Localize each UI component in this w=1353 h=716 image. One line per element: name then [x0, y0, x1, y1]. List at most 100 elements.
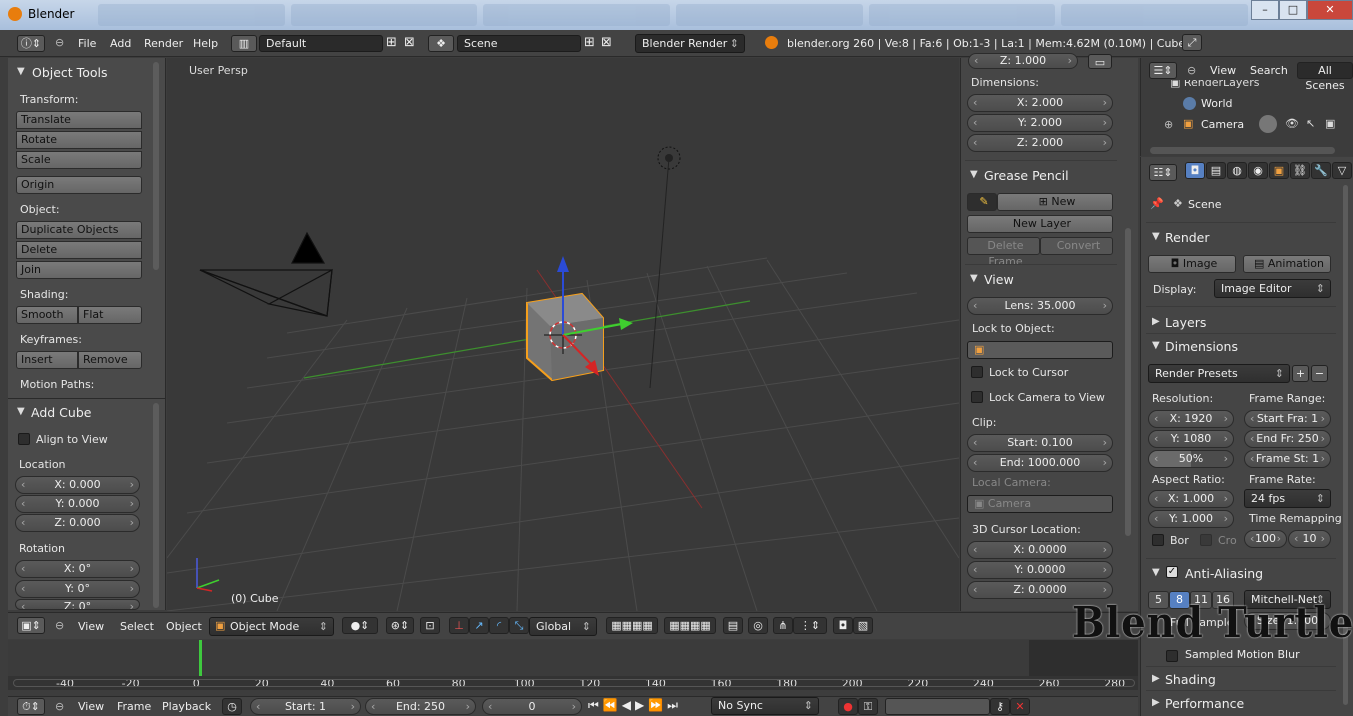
lock-layers-icon[interactable]: ▤ — [723, 617, 743, 634]
panel-expand-icon[interactable]: ▶ — [1152, 316, 1160, 327]
editor-type-icon[interactable]: ⓘ⇕ — [17, 35, 45, 52]
menu-render[interactable]: Render — [144, 37, 183, 50]
add-scene-icon[interactable]: ⊞ — [584, 35, 595, 50]
menu-add[interactable]: Add — [110, 37, 131, 50]
menu-help[interactable]: Help — [193, 37, 218, 50]
expand-icon[interactable]: ⊕ — [1164, 118, 1173, 131]
start-frame-field[interactable]: Start: 1 — [250, 698, 361, 715]
render-header[interactable]: Render — [1165, 230, 1210, 245]
properties-scrollbar[interactable] — [1125, 228, 1131, 536]
pivot-select[interactable]: ⊛⇕ — [386, 617, 414, 634]
timeline-view-menu[interactable]: View — [78, 700, 104, 713]
camera-object[interactable] — [199, 231, 333, 317]
crop-checkbox[interactable] — [1200, 534, 1212, 546]
cursor-y-field[interactable]: Y: 0.0000 — [967, 561, 1113, 579]
start-frame-range-field[interactable]: Start Fra: 1 — [1244, 410, 1331, 428]
outliner-camera[interactable]: Camera — [1201, 118, 1244, 131]
shading-select[interactable]: ●⇕ — [342, 617, 378, 634]
grease-new-button[interactable]: ⊞ New — [997, 193, 1113, 211]
dimensions-header[interactable]: Dimensions — [1165, 339, 1238, 354]
sync-select[interactable]: No Sync — [711, 697, 819, 715]
lock-icon[interactable]: ▭ — [1088, 54, 1112, 69]
editor-type-icon[interactable]: ▣⇕ — [17, 617, 45, 634]
new-layer-button[interactable]: New Layer — [967, 215, 1113, 233]
remap-new-field[interactable]: 10 — [1288, 530, 1331, 548]
render-anim-icon[interactable]: ▧ — [853, 617, 873, 634]
end-frame-range-field[interactable]: End Fr: 250 — [1244, 430, 1331, 448]
screen-layout-icon[interactable]: ▥ — [231, 35, 257, 52]
panel-collapse-icon[interactable]: ▼ — [1152, 340, 1160, 351]
clip-end-field[interactable]: End: 1000.000 — [967, 454, 1113, 472]
remove-layout-icon[interactable]: ⊠ — [404, 35, 415, 50]
timeline-frame-menu[interactable]: Frame — [117, 700, 151, 713]
panel-collapse-icon[interactable]: ▼ — [1152, 567, 1160, 578]
resolution-y-field[interactable]: Y: 1080 — [1148, 430, 1234, 448]
delete-keyframe-icon[interactable]: ✕ — [1010, 698, 1030, 715]
object-menu[interactable]: Object — [166, 620, 202, 633]
render-presets-select[interactable]: Render Presets — [1148, 364, 1290, 383]
screen-layout-field[interactable]: Default — [259, 35, 383, 52]
camera-data-icon[interactable] — [1259, 115, 1277, 133]
flat-button[interactable]: Flat — [78, 306, 142, 324]
lock-object-field[interactable]: ▣ — [967, 341, 1113, 359]
layers-grid-1[interactable]: ▦▦▦▦ — [606, 617, 658, 634]
view-header[interactable]: View — [984, 272, 1014, 287]
rotation-z-field[interactable]: Z: 0° — [15, 599, 140, 610]
sampled-motion-blur-header[interactable]: Sampled Motion Blur — [1185, 648, 1300, 661]
lock-camera-checkbox[interactable] — [971, 391, 983, 403]
pencil-icon[interactable]: ✎ — [967, 193, 997, 211]
motion-blur-checkbox[interactable] — [1166, 650, 1178, 662]
frame-rate-select[interactable]: 24 fps — [1244, 489, 1331, 508]
location-z-field[interactable]: Z: 0.000 — [15, 514, 140, 532]
current-frame-field[interactable]: 0 — [482, 698, 582, 715]
scene-field[interactable]: Scene — [457, 35, 581, 52]
playback-controls[interactable]: ⏮⏪◀▶⏩⏭ — [588, 698, 682, 713]
panel-collapse-icon[interactable]: ▼ — [1152, 231, 1160, 242]
scene-tab-icon[interactable]: ◍ — [1227, 162, 1247, 179]
remove-scene-icon[interactable]: ⊠ — [601, 35, 612, 50]
scale-button[interactable]: Scale — [16, 151, 142, 169]
keying-set-field[interactable] — [885, 698, 990, 715]
properties-editor-icon[interactable]: ☷⇕ — [1149, 164, 1177, 181]
panel-collapse-icon[interactable]: ▼ — [970, 273, 978, 284]
rotate-button[interactable]: Rotate — [16, 131, 142, 149]
panel-expand-icon[interactable]: ▶ — [1152, 697, 1160, 708]
clip-start-field[interactable]: Start: 0.100 — [967, 434, 1113, 452]
display-select[interactable]: Image Editor — [1214, 279, 1331, 298]
panel-collapse-icon[interactable]: ▼ — [970, 169, 978, 180]
select-menu[interactable]: Select — [120, 620, 154, 633]
maximize-button[interactable]: □ — [1279, 0, 1307, 20]
duplicate-objects-button[interactable]: Duplicate Objects — [16, 221, 142, 239]
lens-field[interactable]: Lens: 35.000 — [967, 297, 1113, 315]
modifiers-tab-icon[interactable]: 🔧 — [1311, 162, 1331, 179]
join-button[interactable]: Join — [16, 261, 142, 279]
object-tab-icon[interactable]: ▣ — [1269, 162, 1289, 179]
timeline-scrollbar[interactable] — [13, 679, 1135, 687]
outliner-renderlayers[interactable]: ▣ RenderLayers — [1170, 80, 1340, 90]
render-engine-select[interactable]: Blender Render — [635, 34, 745, 53]
outliner-display-select[interactable]: All Scenes — [1297, 62, 1353, 92]
collapse-menu-icon[interactable]: ⊖ — [55, 36, 64, 49]
grease-pencil-header[interactable]: Grease Pencil — [984, 168, 1069, 183]
add-layout-icon[interactable]: ⊞ — [386, 35, 397, 50]
remap-old-field[interactable]: 100 — [1244, 530, 1287, 548]
render-camera-icon[interactable]: ▣ — [1325, 117, 1335, 130]
local-camera-field[interactable]: ▣ Camera — [967, 495, 1113, 513]
panel-collapse-icon[interactable]: ▼ — [17, 406, 25, 417]
minimize-button[interactable]: – — [1251, 0, 1279, 20]
collapse-menu-icon[interactable]: ⊖ — [55, 700, 64, 713]
smooth-button[interactable]: Smooth — [16, 306, 78, 324]
render-animation-button[interactable]: ▤ Animation — [1243, 255, 1331, 273]
performance-header[interactable]: Performance — [1165, 696, 1244, 711]
dimension-x-field[interactable]: X: 2.000 — [967, 94, 1113, 112]
add-preset-icon[interactable]: + — [1292, 365, 1309, 382]
insert-keyframe-icon[interactable]: ⚷ — [990, 698, 1010, 715]
constraints-tab-icon[interactable]: ⛓ — [1290, 162, 1310, 179]
manipulator-toggle-icon[interactable]: ⊡ — [420, 617, 440, 634]
editor-type-icon[interactable]: ⏱⇕ — [17, 698, 45, 715]
render-layers-tab-icon[interactable]: ▤ — [1206, 162, 1226, 179]
outliner-scrollbar[interactable] — [1150, 147, 1335, 154]
preview-range-icon[interactable]: ◷ — [222, 698, 242, 715]
resolution-percentage-slider[interactable]: 50% — [1148, 450, 1234, 468]
pin-icon[interactable]: 📌 — [1150, 197, 1164, 210]
